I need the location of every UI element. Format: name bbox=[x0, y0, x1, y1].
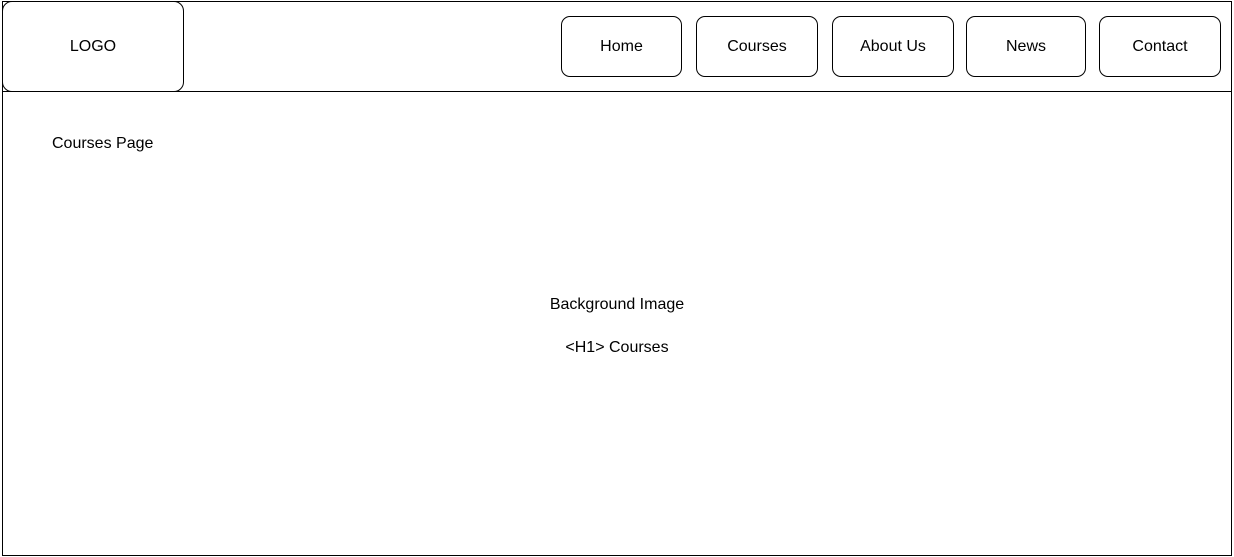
nav-contact-button[interactable]: Contact bbox=[1099, 16, 1221, 77]
nav-news-label: News bbox=[1005, 37, 1046, 55]
wireframe-frame bbox=[2, 1, 1232, 556]
hero-heading: <H1> Courses bbox=[565, 339, 669, 356]
nav-about-label: About Us bbox=[860, 37, 926, 55]
nav-home-label: Home bbox=[600, 37, 643, 55]
nav-contact-label: Contact bbox=[1132, 37, 1188, 55]
nav-news-button[interactable]: News bbox=[966, 16, 1086, 77]
nav-about-button[interactable]: About Us bbox=[832, 16, 954, 77]
nav-home-button[interactable]: Home bbox=[561, 16, 682, 77]
nav-courses-label: Courses bbox=[727, 37, 787, 55]
nav-courses-button[interactable]: Courses bbox=[696, 16, 818, 77]
hero-background-label: Background Image bbox=[549, 296, 685, 313]
page-label: Courses Page bbox=[52, 135, 154, 152]
logo-text: LOGO bbox=[69, 37, 117, 55]
header-divider bbox=[2, 91, 1232, 92]
logo[interactable]: LOGO bbox=[2, 1, 184, 92]
